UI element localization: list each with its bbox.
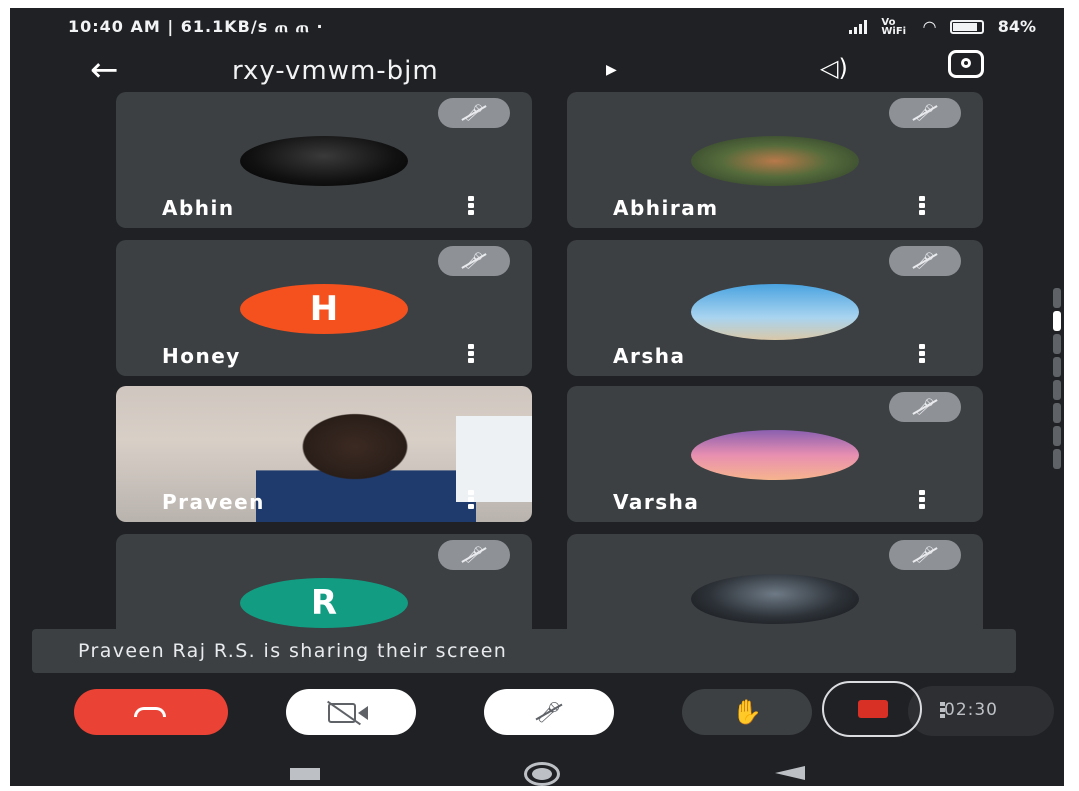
mic-off-icon: 🎤︎ (889, 392, 961, 422)
top-bar: ← rxy-vmwm-bjm ▶ ◁) (10, 46, 1064, 96)
avatar (240, 136, 408, 186)
camera-toggle-button[interactable] (286, 689, 416, 735)
status-time: 10:40 AM | 61.1KB/s ጠ ጠ · (68, 17, 324, 36)
back-arrow-icon[interactable]: ← (90, 50, 119, 90)
phone-screen: 10:40 AM | 61.1KB/s ጠ ጠ · Vo WiFi ◠ 84% … (10, 8, 1064, 786)
status-bar: 10:40 AM | 61.1KB/s ጠ ጠ · Vo WiFi ◠ 84% (10, 8, 1064, 46)
more-options-icon[interactable] (468, 490, 474, 511)
camera-off-icon (328, 703, 356, 723)
avatar: H (240, 284, 408, 334)
battery-icon (949, 19, 984, 34)
battery-level: 84% (997, 17, 1036, 36)
avatar (691, 430, 859, 480)
recents-button[interactable] (290, 768, 320, 780)
participant-name: Praveen (162, 490, 265, 514)
raise-hand-button[interactable]: ✋ (682, 689, 812, 735)
avatar (691, 574, 859, 624)
participant-tile[interactable]: 🎤︎ (567, 534, 983, 644)
participant-tile[interactable]: 🎤︎ Varsha (567, 386, 983, 522)
wifi-label: Vo WiFi (881, 16, 907, 37)
avatar: R (240, 578, 408, 628)
participant-name: Honey (162, 344, 241, 368)
more-options-icon[interactable] (919, 490, 925, 511)
participant-tile[interactable]: 🎤︎ H Honey (116, 240, 532, 376)
record-icon (858, 700, 888, 718)
scrollbar[interactable] (1053, 288, 1061, 478)
call-timer: 02:30 (908, 686, 1054, 736)
more-options-icon[interactable] (919, 344, 925, 365)
participant-tile-video[interactable]: Praveen (116, 386, 532, 522)
wifi-icon: ◠ (923, 17, 936, 36)
signal-icon (849, 19, 868, 34)
participant-tile[interactable]: 🎤︎ Arsha (567, 240, 983, 376)
mic-off-icon: 🎤︎ (889, 540, 961, 570)
more-options-icon[interactable] (919, 196, 925, 217)
back-nav-button[interactable] (775, 766, 805, 780)
mic-off-icon: 🎤︎ (438, 98, 510, 128)
record-button[interactable] (822, 681, 922, 737)
mic-off-icon: 🎤︎ (438, 246, 510, 276)
mic-off-icon: 🎤︎ (889, 98, 961, 128)
mic-toggle-button[interactable]: 🎤︎ (484, 689, 614, 735)
participant-name: Abhiram (613, 196, 719, 220)
more-options-icon[interactable] (468, 196, 474, 217)
mic-off-icon: 🎤︎ (889, 246, 961, 276)
toast-message: Praveen Raj R.S. is sharing their screen (78, 640, 508, 662)
raise-hand-icon: ✋ (732, 698, 762, 726)
participant-name: Abhin (162, 196, 235, 220)
participant-tile[interactable]: 🎤︎ R (116, 534, 532, 644)
switch-camera-icon[interactable] (948, 50, 984, 78)
avatar (691, 284, 859, 340)
video-frame (256, 406, 476, 522)
participant-tile[interactable]: 🎤︎ Abhin (116, 92, 532, 228)
participant-name: Varsha (613, 490, 700, 514)
mic-off-icon: 🎤︎ (536, 700, 562, 724)
speaker-icon[interactable]: ◁) (820, 54, 848, 82)
participant-name: Arsha (613, 344, 686, 368)
more-options-icon[interactable] (468, 344, 474, 365)
caret-right-icon[interactable]: ▶ (606, 62, 617, 78)
participant-tile[interactable]: 🎤︎ Abhiram (567, 92, 983, 228)
hangup-button[interactable] (74, 689, 228, 735)
timer-text: 02:30 (944, 700, 998, 720)
avatar (691, 136, 859, 186)
meeting-code[interactable]: rxy-vmwm-bjm (232, 56, 439, 86)
screen-share-toast: Praveen Raj R.S. is sharing their screen (32, 629, 1016, 673)
home-button[interactable] (524, 762, 560, 786)
mic-off-icon: 🎤︎ (438, 540, 510, 570)
